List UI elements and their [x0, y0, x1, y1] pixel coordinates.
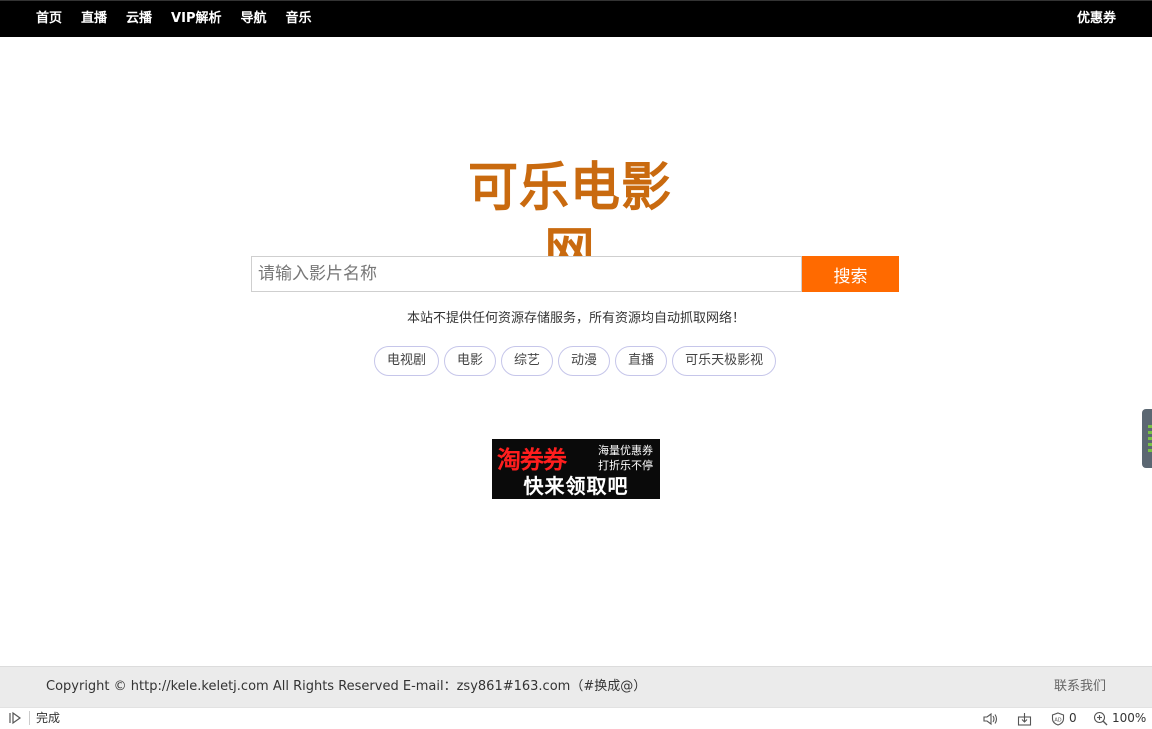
- tag-variety[interactable]: 综艺: [501, 346, 554, 376]
- nav-item-vip-parse[interactable]: VIP解析: [171, 1, 221, 37]
- handle-grip-mark: [1148, 449, 1152, 452]
- search-box: [251, 256, 802, 292]
- tag-anime[interactable]: 动漫: [558, 346, 611, 376]
- shield-icon: AD: [1051, 711, 1065, 726]
- nav-item-music[interactable]: 音乐: [286, 1, 312, 37]
- promo-line-1: 海量优惠券: [598, 444, 653, 457]
- nav-item-home[interactable]: 首页: [36, 1, 62, 37]
- disclaimer-notice: 本站不提供任何资源存储服务，所有资源均自动抓取网络！: [406, 311, 745, 326]
- top-navbar: 首页 直播 云播 VIP解析 导航 音乐 优惠券: [0, 0, 1152, 37]
- zoom-control[interactable]: 100%: [1093, 708, 1146, 729]
- promo-tagline: 快来领取吧: [523, 474, 629, 498]
- adblock-count: 0: [1069, 711, 1077, 725]
- copyright-text: Copyright © http://kele.keletj.com All R…: [46, 679, 647, 694]
- zoom-level: 100%: [1112, 711, 1147, 725]
- nav-item-live[interactable]: 直播: [81, 1, 107, 37]
- browser-status-bar: 完成 AD 0 100%: [0, 707, 1152, 729]
- nav-coupon-link[interactable]: 优惠券: [1077, 1, 1116, 37]
- download-icon[interactable]: [1017, 708, 1032, 729]
- contact-us-link[interactable]: 联系我们: [1054, 667, 1106, 707]
- load-status: 完成: [36, 711, 61, 725]
- handle-grip-mark: [1148, 443, 1152, 446]
- tag-movie[interactable]: 电影: [444, 346, 497, 376]
- search-input[interactable]: [252, 257, 801, 291]
- side-panel-handle[interactable]: [1142, 409, 1152, 468]
- nav-item-navigation[interactable]: 导航: [240, 1, 266, 37]
- handle-grip-mark: [1148, 425, 1152, 428]
- nav-menu: 首页 直播 云播 VIP解析 导航 音乐: [36, 1, 331, 37]
- coupon-promo-banner[interactable]: 淘券券 海量优惠券 打折乐不停 快来领取吧: [492, 439, 660, 499]
- handle-grip-mark: [1148, 431, 1152, 434]
- tag-live[interactable]: 直播: [615, 346, 668, 376]
- tag-tv-series[interactable]: 电视剧: [374, 346, 440, 376]
- sound-icon[interactable]: [982, 708, 1000, 729]
- play-icon[interactable]: [8, 711, 22, 725]
- svg-text:AD: AD: [1054, 717, 1061, 723]
- status-divider: [29, 711, 30, 725]
- nav-item-cloud-play[interactable]: 云播: [126, 1, 152, 37]
- site-logo[interactable]: 可乐电影网: [449, 154, 691, 283]
- search-button[interactable]: 搜索: [802, 256, 899, 292]
- tag-kele-tianji[interactable]: 可乐天极影视: [672, 346, 777, 376]
- category-tags: 电视剧 电影 综艺 动漫 直播 可乐天极影视: [374, 346, 781, 376]
- page-footer: Copyright © http://kele.keletj.com All R…: [0, 666, 1152, 707]
- handle-grip-mark: [1148, 437, 1152, 440]
- zoom-in-icon: [1093, 711, 1108, 726]
- adblock-counter[interactable]: AD 0: [1051, 708, 1077, 729]
